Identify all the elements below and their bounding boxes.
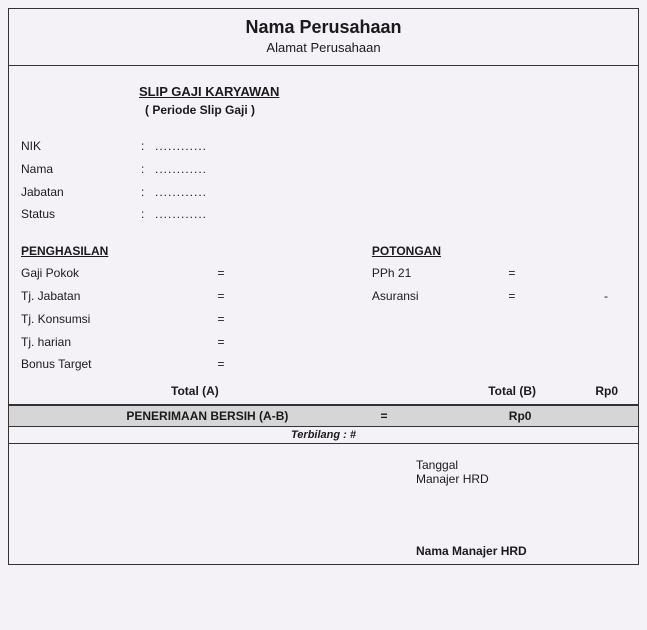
total-b-wrap: Total (B) Rp0 (372, 384, 626, 398)
net-row: PENERIMAAN BERSIH (A-B) = Rp0 (9, 405, 638, 427)
company-address: Alamat Perusahaan (9, 40, 638, 55)
net-equals: = (354, 409, 415, 423)
deductions-label: Asuransi (372, 285, 502, 308)
earnings-column: PENGHASILAN Gaji Pokok = Tj. Jabatan = T… (21, 244, 372, 376)
nik-label: NIK (21, 135, 141, 158)
signature-gap (416, 486, 626, 544)
header: Nama Perusahaan Alamat Perusahaan (9, 9, 638, 66)
deductions-line: PPh 21 = (372, 262, 626, 285)
earnings-label: Gaji Pokok (21, 262, 211, 285)
info-row-jabatan: Jabatan : ............ (21, 181, 626, 204)
slip-title: SLIP GAJI KARYAWAN (139, 84, 638, 99)
earnings-line: Gaji Pokok = (21, 262, 372, 285)
payslip-container: Nama Perusahaan Alamat Perusahaan SLIP G… (8, 8, 639, 565)
signature-inner: Tanggal Manajer HRD Nama Manajer HRD (416, 458, 626, 558)
earnings-line: Tj. harian = (21, 331, 372, 354)
equals-sign: = (211, 262, 231, 285)
separator: : (141, 135, 155, 158)
separator: : (141, 203, 155, 226)
jabatan-value: ............ (155, 181, 207, 204)
nama-label: Nama (21, 158, 141, 181)
info-row-nik: NIK : ............ (21, 135, 626, 158)
earnings-line: Tj. Jabatan = (21, 285, 372, 308)
earnings-line: Tj. Konsumsi = (21, 308, 372, 331)
earnings-label: Bonus Target (21, 353, 211, 376)
nik-value: ............ (155, 135, 207, 158)
equals-sign: = (211, 285, 231, 308)
equals-sign: = (502, 285, 522, 308)
earnings-line: Bonus Target = (21, 353, 372, 376)
earnings-label: Tj. Konsumsi (21, 308, 211, 331)
total-b-label: Total (B) (372, 384, 566, 398)
info-row-status: Status : ............ (21, 203, 626, 226)
title-block: SLIP GAJI KARYAWAN ( Periode Slip Gaji ) (9, 66, 638, 131)
equals-sign: = (211, 308, 231, 331)
total-b-value: Rp0 (566, 384, 626, 398)
net-label: PENERIMAAN BERSIH (A-B) (21, 409, 354, 423)
signature-date-label: Tanggal (416, 458, 626, 472)
total-a-label: Total (A) (21, 384, 372, 398)
jabatan-label: Jabatan (21, 181, 141, 204)
totals-row: Total (A) Total (B) Rp0 (9, 382, 638, 405)
deductions-value: - (522, 285, 626, 308)
earnings-label: Tj. Jabatan (21, 285, 211, 308)
equals-sign: = (211, 353, 231, 376)
amount-columns: PENGHASILAN Gaji Pokok = Tj. Jabatan = T… (9, 244, 638, 382)
status-label: Status (21, 203, 141, 226)
employee-info: NIK : ............ Nama : ............ J… (9, 131, 638, 244)
signature-name: Nama Manajer HRD (416, 544, 626, 558)
separator: : (141, 158, 155, 181)
deductions-label: PPh 21 (372, 262, 502, 285)
equals-sign: = (502, 262, 522, 285)
info-row-nama: Nama : ............ (21, 158, 626, 181)
deductions-heading: POTONGAN (372, 244, 626, 258)
signature-block: Tanggal Manajer HRD Nama Manajer HRD (9, 444, 638, 564)
status-value: ............ (155, 203, 207, 226)
net-value: Rp0 (414, 409, 626, 423)
signature-role: Manajer HRD (416, 472, 626, 486)
equals-sign: = (211, 331, 231, 354)
separator: : (141, 181, 155, 204)
deductions-column: POTONGAN PPh 21 = Asuransi = - (372, 244, 626, 376)
deductions-line: Asuransi = - (372, 285, 626, 308)
earnings-label: Tj. harian (21, 331, 211, 354)
earnings-heading: PENGHASILAN (21, 244, 372, 258)
terbilang-row: Terbilang : # (9, 427, 638, 444)
nama-value: ............ (155, 158, 207, 181)
company-name: Nama Perusahaan (9, 17, 638, 38)
slip-period: ( Periode Slip Gaji ) (139, 103, 638, 117)
